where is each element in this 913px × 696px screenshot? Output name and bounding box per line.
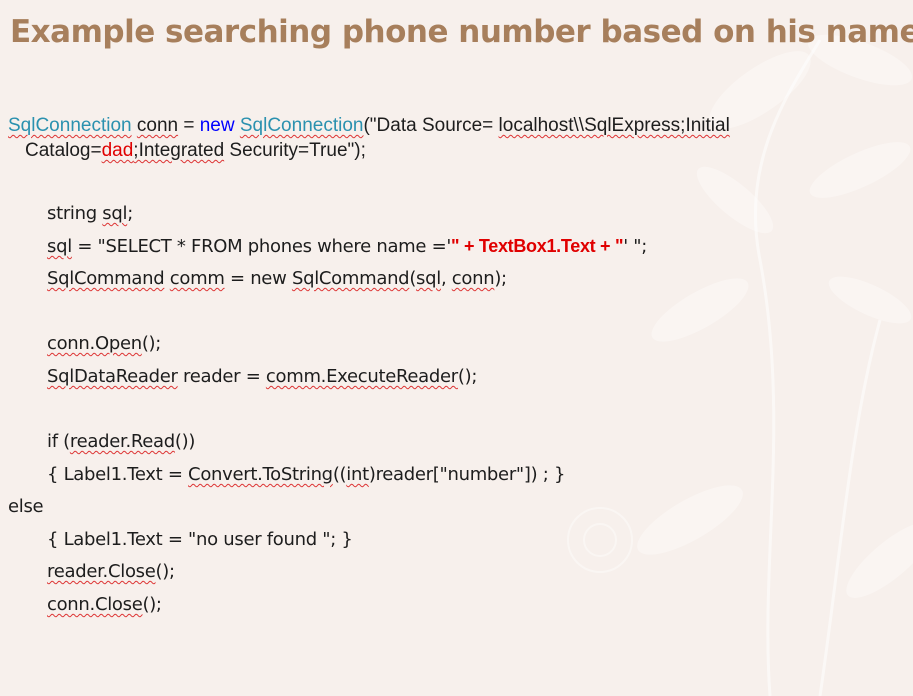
- code-token: new: [199, 115, 235, 136]
- code-token: = "SELECT * FROM phones where name =': [71, 236, 452, 257]
- code-line-string-sql: string sql;: [47, 203, 133, 224]
- code-token: )reader["number"]) ; }: [368, 464, 566, 485]
- code-line-conn-close: conn.Close();: [47, 594, 162, 615]
- code-token: ()): [174, 431, 196, 452]
- code-token: { Label1.Text =: [47, 464, 189, 485]
- code-token: SqlConnection: [239, 115, 364, 136]
- code-token: sql: [416, 268, 441, 289]
- code-token: ((: [332, 464, 347, 485]
- code-token: SqlDataReader: [47, 366, 178, 387]
- code-token: SqlConnection: [8, 115, 132, 136]
- code-token: ();: [141, 333, 162, 354]
- code-token: Security=True");: [224, 140, 366, 161]
- code-line-connection-cont: Catalog=dad;Integrated Security=True");: [25, 140, 366, 162]
- code-line-label-not-found: { Label1.Text = "no user found "; }: [47, 529, 353, 550]
- code-token: ();: [457, 366, 478, 387]
- code-token: if (: [47, 431, 70, 452]
- code-token: sql: [47, 236, 72, 257]
- code-token: ;Integrated: [133, 140, 225, 161]
- code-token: =: [178, 115, 200, 136]
- code-line-sqlcommand: SqlCommand comm = new SqlCommand(sql, co…: [47, 268, 507, 289]
- code-line-label-number: { Label1.Text = Convert.ToString((int)re…: [47, 464, 565, 485]
- code-token: reader.Close: [47, 561, 156, 582]
- code-token: else: [8, 496, 44, 517]
- code-token: sql: [102, 203, 128, 224]
- code-line-reader: SqlDataReader reader = comm.ExecuteReade…: [47, 366, 477, 387]
- code-token: Catalog=: [25, 140, 102, 161]
- code-line-if: if (reader.Read()): [47, 431, 195, 452]
- code-token: SqlCommand: [47, 268, 165, 289]
- code-line-reader-close: reader.Close();: [47, 561, 175, 582]
- code-line-connection: SqlConnection conn = new SqlConnection("…: [8, 115, 730, 137]
- code-token: { Label1.Text = "no user found "; }: [47, 529, 353, 550]
- code-line-conn-open: conn.Open();: [47, 333, 161, 354]
- code-token: ();: [155, 561, 176, 582]
- code-token: " + TextBox1.Text + ": [451, 236, 624, 256]
- code-token: reader.Read: [69, 431, 175, 452]
- code-token: dad: [101, 140, 134, 161]
- code-token: comm.ExecuteReader: [265, 366, 458, 387]
- code-token: conn: [451, 268, 495, 289]
- code-token: conn.Close: [47, 594, 143, 615]
- code-token: = new: [224, 268, 292, 289]
- slide-title: Example searching phone number based on …: [10, 14, 913, 50]
- code-token: ,: [440, 268, 452, 289]
- code-token: localhost\\SqlExpress;Initial: [498, 115, 730, 136]
- code-token: ;: [127, 203, 133, 224]
- code-token: string: [47, 203, 103, 224]
- code-token: comm: [169, 268, 225, 289]
- code-token: );: [494, 268, 507, 289]
- code-line-sql-query: sql = "SELECT * FROM phones where name =…: [47, 236, 647, 257]
- code-token: int: [346, 464, 369, 485]
- code-token: SqlCommand: [291, 268, 410, 289]
- code-token: conn.Open: [47, 333, 142, 354]
- code-token: ' ";: [623, 236, 648, 257]
- code-token: conn: [136, 115, 179, 136]
- code-token: Convert.ToString: [188, 464, 333, 485]
- code-token: reader =: [177, 366, 266, 387]
- code-token: ("Data Source=: [363, 115, 499, 136]
- code-token: ();: [142, 594, 162, 615]
- code-line-else: else: [8, 496, 44, 517]
